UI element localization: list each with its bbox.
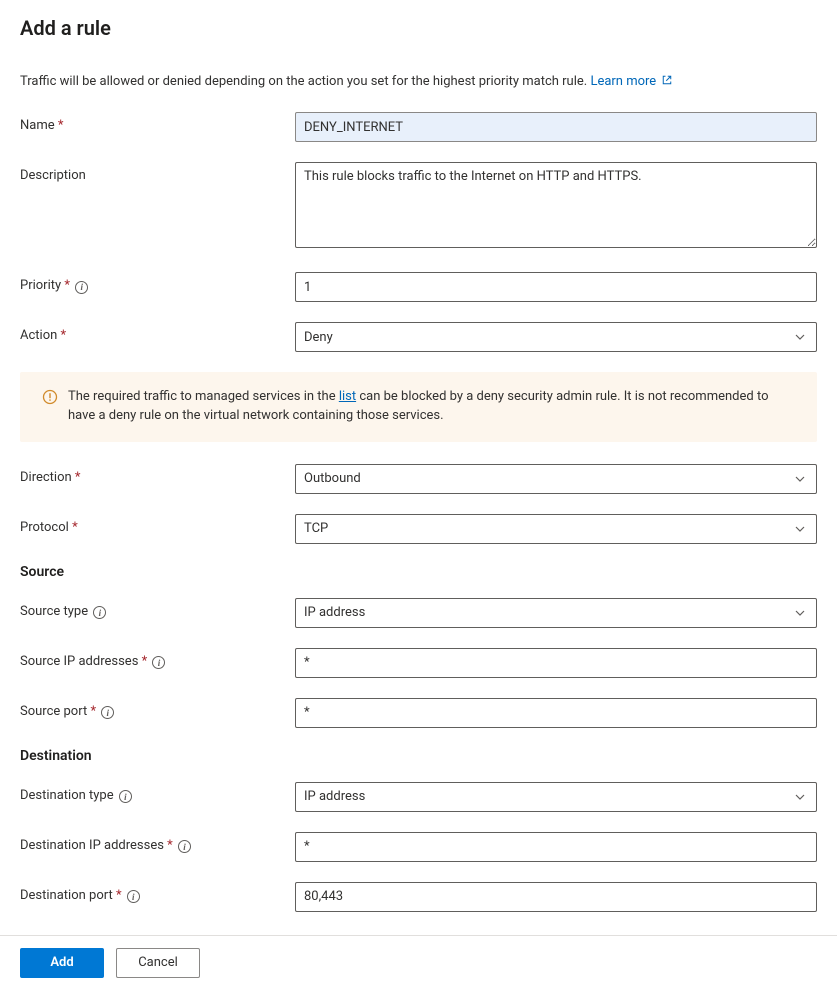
- direction-label: Direction *: [20, 464, 295, 485]
- chevron-down-icon: [792, 521, 808, 537]
- chevron-down-icon: [792, 789, 808, 805]
- info-icon[interactable]: i: [127, 890, 140, 903]
- destination-type-label-text: Destination type: [20, 788, 114, 803]
- info-icon[interactable]: i: [152, 656, 165, 669]
- page-title: Add a rule: [20, 16, 817, 40]
- cancel-button[interactable]: Cancel: [116, 948, 200, 978]
- destination-ips-label: Destination IP addresses * i: [20, 832, 295, 854]
- description-label-text: Description: [20, 168, 86, 183]
- destination-ips-input[interactable]: [295, 832, 817, 862]
- source-type-label: Source type i: [20, 598, 295, 620]
- chevron-down-icon: [792, 605, 808, 621]
- learn-more-label: Learn more: [590, 74, 656, 89]
- priority-label: Priority * i: [20, 272, 295, 294]
- required-asterisk: *: [90, 704, 96, 719]
- required-asterisk: *: [167, 838, 173, 853]
- name-input[interactable]: [295, 112, 817, 142]
- source-port-input[interactable]: [295, 698, 817, 728]
- required-asterisk: *: [58, 118, 64, 133]
- info-icon[interactable]: i: [75, 281, 88, 294]
- name-label: Name *: [20, 112, 295, 133]
- source-ips-input[interactable]: [295, 648, 817, 678]
- action-value: Deny: [304, 330, 333, 345]
- banner-list-link[interactable]: list: [339, 389, 356, 404]
- source-type-select[interactable]: IP address: [295, 598, 817, 628]
- action-label: Action *: [20, 322, 295, 343]
- description-label: Description: [20, 162, 295, 183]
- info-icon[interactable]: i: [119, 790, 132, 803]
- destination-heading: Destination: [20, 748, 817, 764]
- info-icon[interactable]: i: [93, 606, 106, 619]
- direction-label-text: Direction: [20, 470, 72, 485]
- priority-input[interactable]: [295, 272, 817, 302]
- protocol-label: Protocol *: [20, 514, 295, 535]
- source-port-label-text: Source port: [20, 704, 87, 719]
- description-textarea[interactable]: This rule blocks traffic to the Internet…: [295, 162, 817, 248]
- destination-type-value: IP address: [304, 789, 365, 804]
- required-asterisk: *: [142, 654, 148, 669]
- footer-bar: Add Cancel: [0, 935, 837, 990]
- priority-label-text: Priority: [20, 278, 61, 293]
- required-asterisk: *: [116, 888, 122, 903]
- required-asterisk: *: [61, 328, 67, 343]
- learn-more-link[interactable]: Learn more: [590, 74, 673, 89]
- warning-icon: [42, 389, 58, 412]
- direction-value: Outbound: [304, 471, 361, 486]
- chevron-down-icon: [792, 329, 808, 345]
- info-icon[interactable]: i: [101, 706, 114, 719]
- source-type-label-text: Source type: [20, 604, 88, 619]
- intro-body: Traffic will be allowed or denied depend…: [20, 74, 587, 89]
- direction-select[interactable]: Outbound: [295, 464, 817, 494]
- protocol-label-text: Protocol: [20, 520, 69, 535]
- chevron-down-icon: [792, 471, 808, 487]
- banner-text: The required traffic to managed services…: [68, 388, 797, 426]
- required-asterisk: *: [72, 520, 78, 535]
- required-asterisk: *: [75, 470, 81, 485]
- name-label-text: Name: [20, 118, 55, 133]
- destination-port-label-text: Destination port: [20, 888, 113, 903]
- destination-port-label: Destination port * i: [20, 882, 295, 904]
- action-select[interactable]: Deny: [295, 322, 817, 352]
- info-icon[interactable]: i: [178, 840, 191, 853]
- external-link-icon: [661, 74, 673, 90]
- destination-port-input[interactable]: [295, 882, 817, 912]
- protocol-value: TCP: [304, 521, 328, 536]
- warning-banner: The required traffic to managed services…: [20, 372, 817, 442]
- required-asterisk: *: [64, 278, 70, 293]
- add-button[interactable]: Add: [20, 948, 104, 978]
- banner-pre: The required traffic to managed services…: [68, 389, 339, 404]
- destination-ips-label-text: Destination IP addresses: [20, 838, 164, 853]
- action-label-text: Action: [20, 328, 57, 343]
- destination-type-select[interactable]: IP address: [295, 782, 817, 812]
- intro-text: Traffic will be allowed or denied depend…: [20, 74, 817, 90]
- source-port-label: Source port * i: [20, 698, 295, 720]
- source-type-value: IP address: [304, 605, 365, 620]
- source-ips-label: Source IP addresses * i: [20, 648, 295, 670]
- source-ips-label-text: Source IP addresses: [20, 654, 138, 669]
- source-heading: Source: [20, 564, 817, 580]
- destination-type-label: Destination type i: [20, 782, 295, 804]
- protocol-select[interactable]: TCP: [295, 514, 817, 544]
